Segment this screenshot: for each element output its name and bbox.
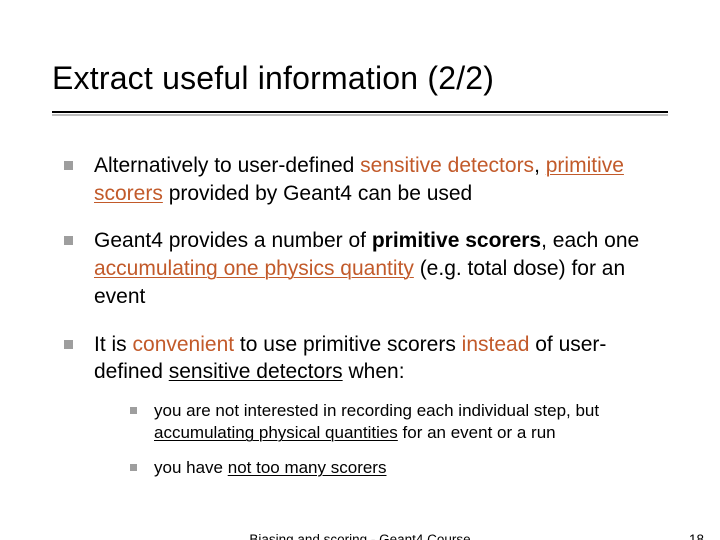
text: Alternatively to user-defined: [94, 154, 360, 177]
sub-bullet-2: you have not too many scorers: [124, 457, 668, 479]
highlight-sensitive-detectors: sensitive detectors: [360, 154, 534, 177]
highlight-accumulating-quantity: accumulating one physics quantity: [94, 257, 414, 280]
bullet-3: It is convenient to use primitive scorer…: [56, 331, 668, 480]
bullet-1: Alternatively to user-defined sensitive …: [56, 152, 668, 207]
text: provided by Geant4 can be used: [163, 182, 472, 205]
underline-accumulating-quantities: accumulating physical quantities: [154, 423, 398, 442]
text: to use primitive scorers: [234, 333, 462, 356]
text: Geant4 provides a number of: [94, 229, 372, 252]
sub-bullet-list: you are not interested in recording each…: [94, 400, 668, 479]
text: you have: [154, 458, 228, 477]
slide: Extract useful information (2/2) Alterna…: [0, 0, 720, 540]
slide-body: Alternatively to user-defined sensitive …: [56, 152, 668, 499]
text: for an event or a run: [398, 423, 556, 442]
page-number: 18: [689, 532, 704, 540]
bold-primitive-scorers: primitive scorers: [372, 229, 541, 252]
underline-not-too-many: not too many scorers: [228, 458, 387, 477]
text: when:: [343, 360, 405, 383]
highlight-convenient: convenient: [133, 333, 235, 356]
slide-title: Extract useful information (2/2): [52, 60, 672, 97]
underline-sensitive-detectors: sensitive detectors: [169, 360, 343, 383]
text: ,: [534, 154, 546, 177]
text: , each one: [541, 229, 639, 252]
sub-bullet-1: you are not interested in recording each…: [124, 400, 668, 445]
text: It is: [94, 333, 133, 356]
title-underline: [52, 111, 668, 113]
footer-text: Biasing and scoring - Geant4 Course: [0, 532, 720, 540]
highlight-instead: instead: [462, 333, 530, 356]
text: you are not interested in recording each…: [154, 401, 599, 420]
bullet-list: Alternatively to user-defined sensitive …: [56, 152, 668, 479]
bullet-2: Geant4 provides a number of primitive sc…: [56, 227, 668, 310]
